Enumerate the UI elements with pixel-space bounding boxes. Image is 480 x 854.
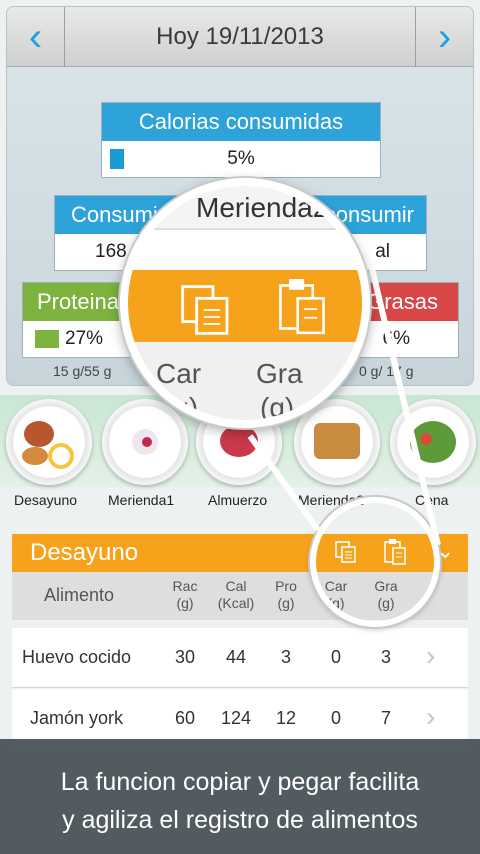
promo-banner: La funcion copiar y pegar facilita y agi…	[0, 739, 480, 854]
banner-line-2: y agiliza el registro de alimentos	[62, 806, 418, 834]
lens-car-label: Car	[156, 358, 202, 389]
lens-title: Merienda2	[196, 192, 329, 223]
paste-icon[interactable]	[274, 276, 330, 338]
lens-gra-label: Gra	[256, 358, 303, 389]
banner-line-1: La funcion copiar y pegar facilita	[60, 768, 420, 796]
lens-gra-unit: (g)	[260, 392, 295, 423]
lens-car-unit: (g)	[164, 392, 199, 423]
magnifier-lens: Merienda2 Car (g) Gra (g)	[120, 178, 370, 428]
copy-icon[interactable]	[178, 282, 234, 338]
